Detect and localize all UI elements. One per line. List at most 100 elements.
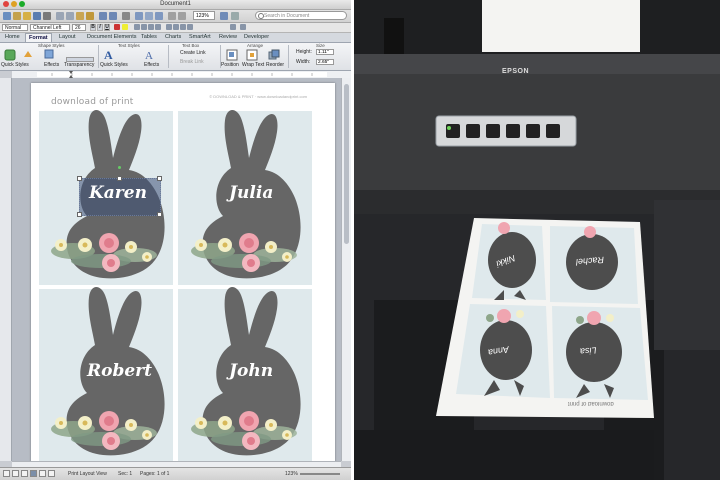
style-select[interactable]: Normal [2,24,28,31]
quick-styles-button[interactable]: Quick Styles [1,62,29,68]
format-ribbon: Shape Styles Text Styles Text Box Arrang… [0,43,351,71]
font-color-icon[interactable] [114,24,120,30]
numbering-icon[interactable] [173,24,179,30]
text-effects-icon[interactable]: A [144,49,156,61]
tab-format[interactable]: Format [25,33,52,42]
open-icon[interactable] [23,12,31,20]
cut-icon[interactable] [56,12,64,20]
draft-view-button[interactable] [3,470,10,477]
align-center-icon[interactable] [141,24,147,30]
tab-charts[interactable]: Charts [162,33,184,42]
align-right-icon[interactable] [148,24,154,30]
effects-button[interactable]: Effects [44,62,59,68]
tab-home[interactable]: Home [2,33,23,42]
highlight-icon[interactable] [122,24,128,30]
reorder-icon[interactable] [268,49,280,61]
print-icon[interactable] [43,12,51,20]
notebook-view-button[interactable] [39,470,46,477]
media-browser-icon[interactable] [168,12,176,20]
document-page[interactable]: download of print © DOWNLOAD & PRINT · w… [31,83,335,461]
reorder-button[interactable]: Reorder [266,62,284,68]
fill-icon[interactable] [22,49,34,59]
decrease-indent-icon[interactable] [180,24,186,30]
resize-handle[interactable] [157,212,162,217]
table-icon[interactable] [178,12,186,20]
templates-icon[interactable] [13,12,21,20]
tab-smartart[interactable]: SmartArt [186,33,214,42]
tab-document-elements[interactable]: Document Elements [84,33,140,42]
sidebar-icon[interactable] [135,12,143,20]
name-robert[interactable]: Robert [87,361,152,381]
ribbon-separator [288,45,289,68]
justify-icon[interactable] [155,24,161,30]
printer-brand: EPSON [502,68,530,75]
font-select[interactable]: Channel Left [30,24,70,31]
position-icon[interactable] [226,49,238,61]
zoom-field[interactable]: 123% [193,11,215,20]
height-field[interactable]: 1.11" [316,49,334,55]
text-quick-styles-button[interactable]: Quick Styles [100,62,128,68]
resize-handle[interactable] [157,176,162,181]
tab-layout[interactable]: Layout [56,33,79,42]
text-effects-button[interactable]: Effects [144,62,159,68]
position-button[interactable]: Position [221,62,239,68]
paste-icon[interactable] [76,12,84,20]
width-label: Width: [296,59,311,65]
resize-handle[interactable] [77,176,82,181]
columns-icon[interactable] [240,24,246,30]
text-quick-styles-icon[interactable]: A [102,48,116,61]
name-karen[interactable]: Karen [89,183,147,203]
break-link-button[interactable]: Break Link [180,59,204,65]
toolbox-icon[interactable] [145,12,153,20]
printed-footer: download of print [568,400,614,406]
redo-icon[interactable] [109,12,117,20]
document-area[interactable]: download of print © DOWNLOAD & PRINT · w… [12,78,341,461]
scroll-thumb[interactable] [344,84,349,244]
save-icon[interactable] [33,12,41,20]
resize-handle[interactable] [77,212,82,217]
width-field[interactable]: 2.65" [316,59,334,65]
resize-handle[interactable] [117,176,122,181]
copy-icon[interactable] [66,12,74,20]
height-label: Height: [296,49,312,55]
bullets-icon[interactable] [166,24,172,30]
vertical-scrollbar[interactable] [341,78,351,461]
increase-indent-icon[interactable] [187,24,193,30]
group-text-box: Text Box [182,43,200,48]
wrap-text-icon[interactable] [246,49,258,61]
create-link-button[interactable]: Create Link [180,50,206,56]
focus-view-button[interactable] [48,470,55,477]
effects-icon[interactable] [44,49,54,59]
rotate-handle[interactable] [117,165,122,170]
tab-tables[interactable]: Tables [138,33,160,42]
help-icon[interactable] [220,12,228,20]
name-john[interactable]: John [229,361,273,381]
pilcrow-icon[interactable] [122,12,130,20]
italic-button[interactable]: I [97,24,103,31]
name-julia[interactable]: Julia [229,183,273,203]
align-left-icon[interactable] [134,24,140,30]
zoom-slider[interactable] [300,473,340,475]
bold-button[interactable]: B [90,24,96,31]
undo-icon[interactable] [99,12,107,20]
outline-view-button[interactable] [12,470,19,477]
tab-developer[interactable]: Developer [241,33,272,42]
borders-icon[interactable] [230,24,236,30]
font-size-select[interactable]: 26 [72,24,86,31]
vertical-ruler[interactable] [0,78,12,461]
standard-toolbar: 123% Search in Document [0,10,351,23]
print-layout-view-button[interactable] [30,470,37,477]
wrap-text-button[interactable]: Wrap Text [242,62,264,68]
view-toggle-icon[interactable] [231,12,239,20]
search-input[interactable]: Search in Document [255,11,347,20]
publishing-view-button[interactable] [21,470,28,477]
view-name: Print Layout View [68,471,107,477]
gallery-icon[interactable] [155,12,163,20]
tab-review[interactable]: Review [216,33,240,42]
ribbon-separator [98,45,99,68]
quick-styles-icon[interactable] [4,49,16,61]
status-zoom: 123% [285,471,298,477]
new-document-icon[interactable] [3,12,11,20]
underline-button[interactable]: U [104,24,110,31]
format-painter-icon[interactable] [86,12,94,20]
